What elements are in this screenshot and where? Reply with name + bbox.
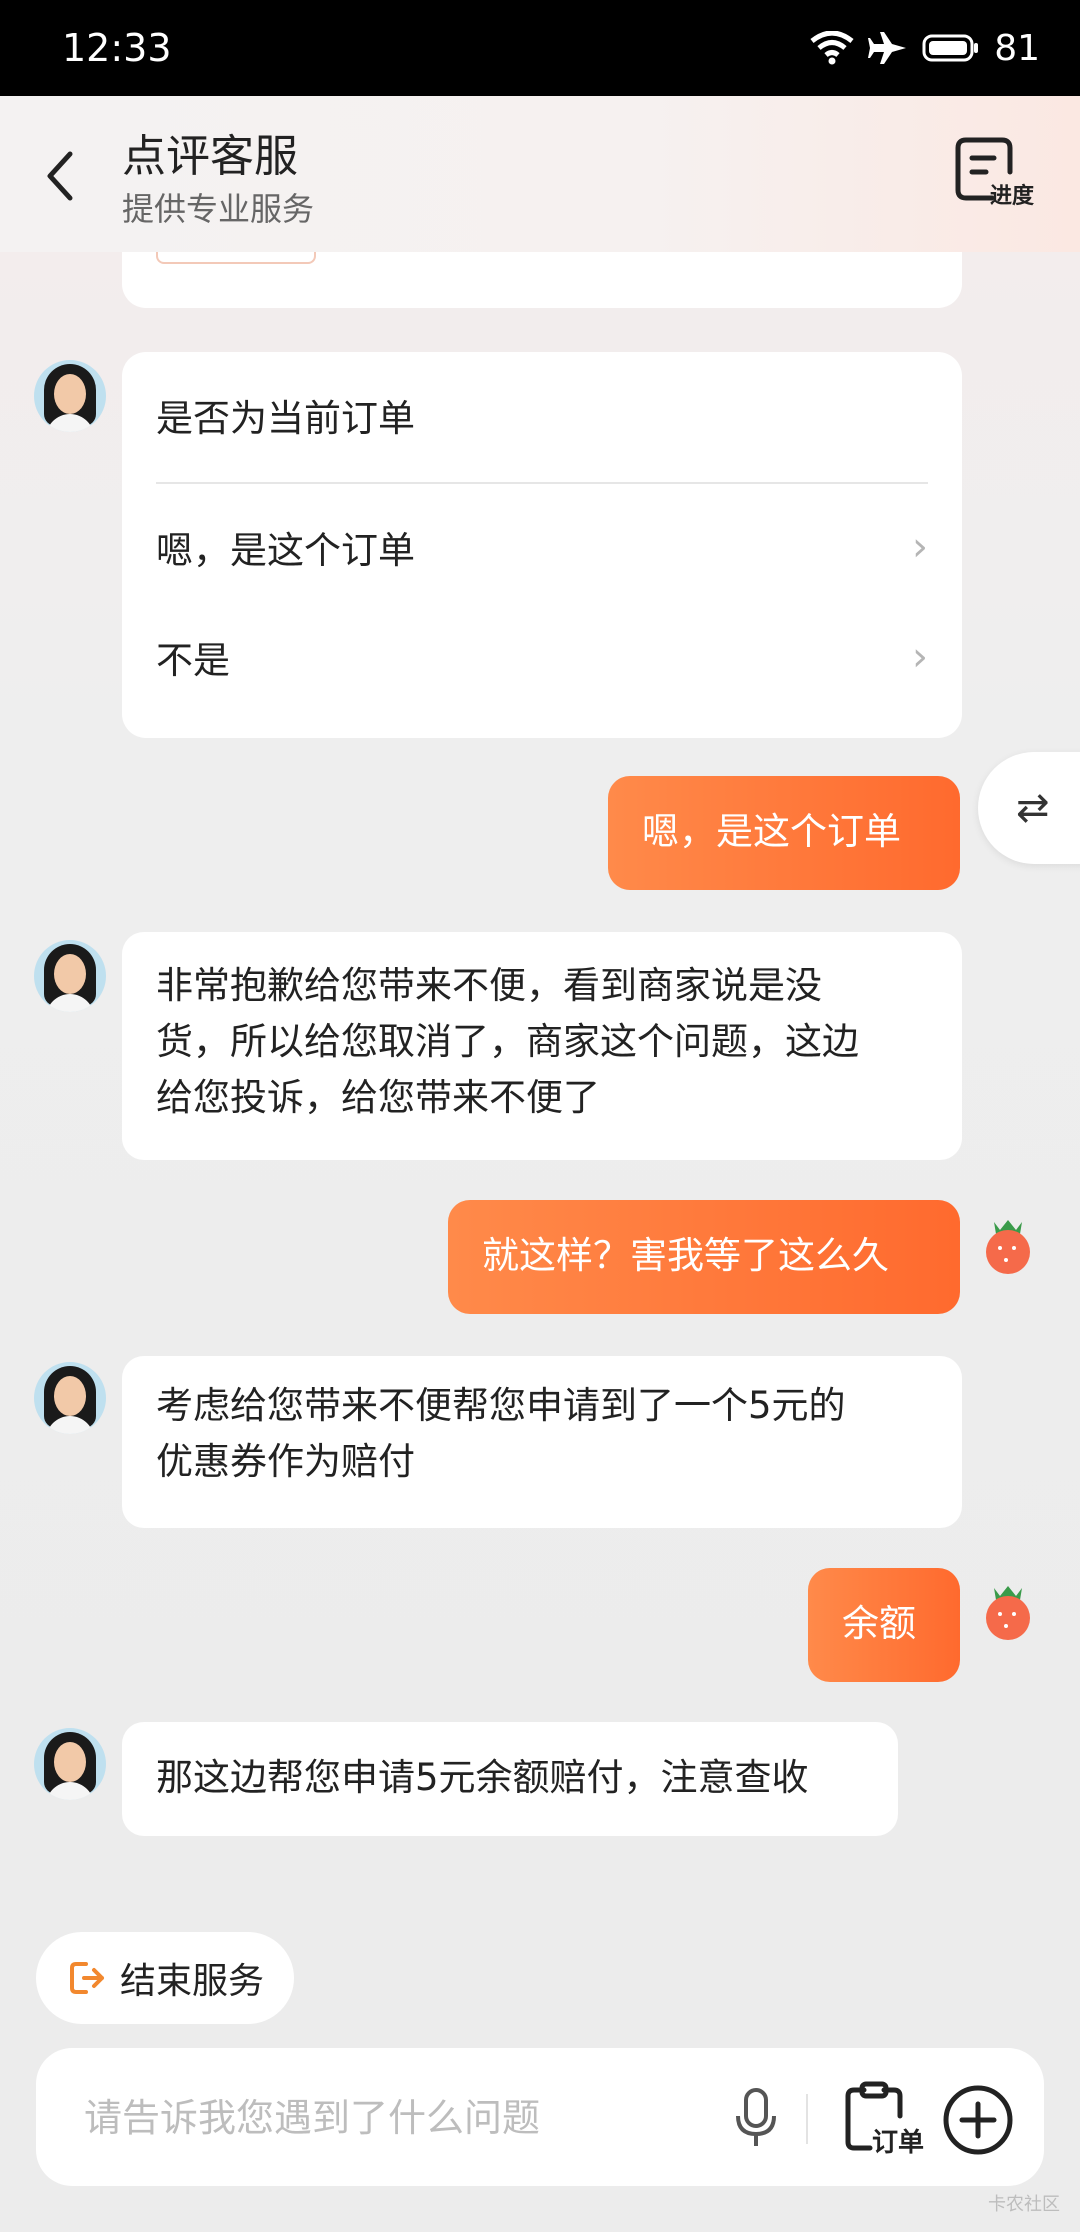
end-service-button[interactable]: 结束服务	[36, 1932, 294, 2024]
agent-avatar	[34, 360, 106, 432]
divider	[156, 482, 928, 484]
agent-message: 那这边帮您申请5元余额赔付，注意查收	[122, 1722, 898, 1836]
watermark: 卡农社区	[988, 2194, 1060, 2215]
message-line: 货，所以给您取消了，商家这个问题，这边	[156, 1020, 859, 1063]
microphone-icon[interactable]	[728, 2084, 784, 2154]
battery-level: 81	[994, 27, 1040, 69]
airplane-icon	[868, 32, 907, 64]
page-title: 点评客服	[122, 131, 298, 182]
user-message: 余额	[808, 1568, 960, 1682]
order-confirm-question: 是否为当前订单	[156, 397, 415, 440]
back-icon[interactable]	[34, 140, 90, 212]
chevron-right-icon: ›	[912, 524, 928, 570]
divider	[806, 2094, 808, 2144]
order-confirm-card: 是否为当前订单 嗯，是这个订单 › 不是 ›	[122, 352, 962, 738]
exit-icon	[70, 1962, 104, 1994]
agent-avatar	[34, 940, 106, 1012]
partial-card	[122, 252, 962, 308]
message-input[interactable]	[84, 2088, 684, 2148]
strawberry-avatar-icon	[986, 1220, 1030, 1274]
progress-label: 进度	[990, 184, 1035, 209]
agent-message: 非常抱歉给您带来不便，看到商家说是没 货，所以给您取消了，商家这个问题，这边 给…	[122, 932, 962, 1160]
header: 点评客服 提供专业服务 进度	[0, 96, 1080, 252]
agent-avatar	[34, 1362, 106, 1434]
plus-icon[interactable]	[942, 2084, 1014, 2156]
agent-avatar	[34, 1728, 106, 1800]
partial-tag	[156, 252, 316, 264]
order-button[interactable]: 订单	[844, 2080, 940, 2160]
progress-button[interactable]: 进度	[954, 136, 1044, 216]
strawberry-avatar-icon	[986, 1586, 1030, 1640]
option-yes-label: 嗯，是这个订单	[156, 529, 415, 572]
status-icons: 81	[810, 28, 1040, 69]
message-line: 考虑给您带来不便帮您申请到了一个5元的	[156, 1384, 846, 1427]
message-line: 给您投诉，给您带来不便了	[156, 1076, 600, 1119]
user-message: 就这样？害我等了这么久	[448, 1200, 960, 1314]
status-bar: 12:33 81	[0, 0, 1080, 96]
user-message: 嗯，是这个订单	[608, 776, 960, 890]
option-no-label: 不是	[156, 639, 230, 682]
message-line: 非常抱歉给您带来不便，看到商家说是没	[156, 964, 822, 1007]
option-yes[interactable]: 嗯，是这个订单 ›	[122, 502, 962, 592]
status-time: 12:33	[62, 26, 172, 70]
chat-area[interactable]: 是否为当前订单 嗯，是这个订单 › 不是 › 嗯，是这个订单 非常抱歉给您带来不…	[0, 252, 1080, 1912]
wifi-icon	[810, 31, 854, 65]
agent-message: 考虑给您带来不便帮您申请到了一个5元的 优惠券作为赔付	[122, 1356, 962, 1528]
end-service-label: 结束服务	[120, 1961, 265, 2002]
message-line: 优惠券作为赔付	[156, 1440, 415, 1483]
input-bar: 订单	[36, 2048, 1044, 2186]
swap-icon: ⇄	[1016, 785, 1050, 831]
page-subtitle: 提供专业服务	[122, 190, 315, 228]
order-label: 订单	[872, 2128, 925, 2158]
switch-button[interactable]: ⇄	[978, 752, 1080, 864]
battery-icon	[922, 34, 979, 62]
option-no[interactable]: 不是 ›	[122, 612, 962, 702]
chevron-right-icon: ›	[912, 634, 928, 680]
